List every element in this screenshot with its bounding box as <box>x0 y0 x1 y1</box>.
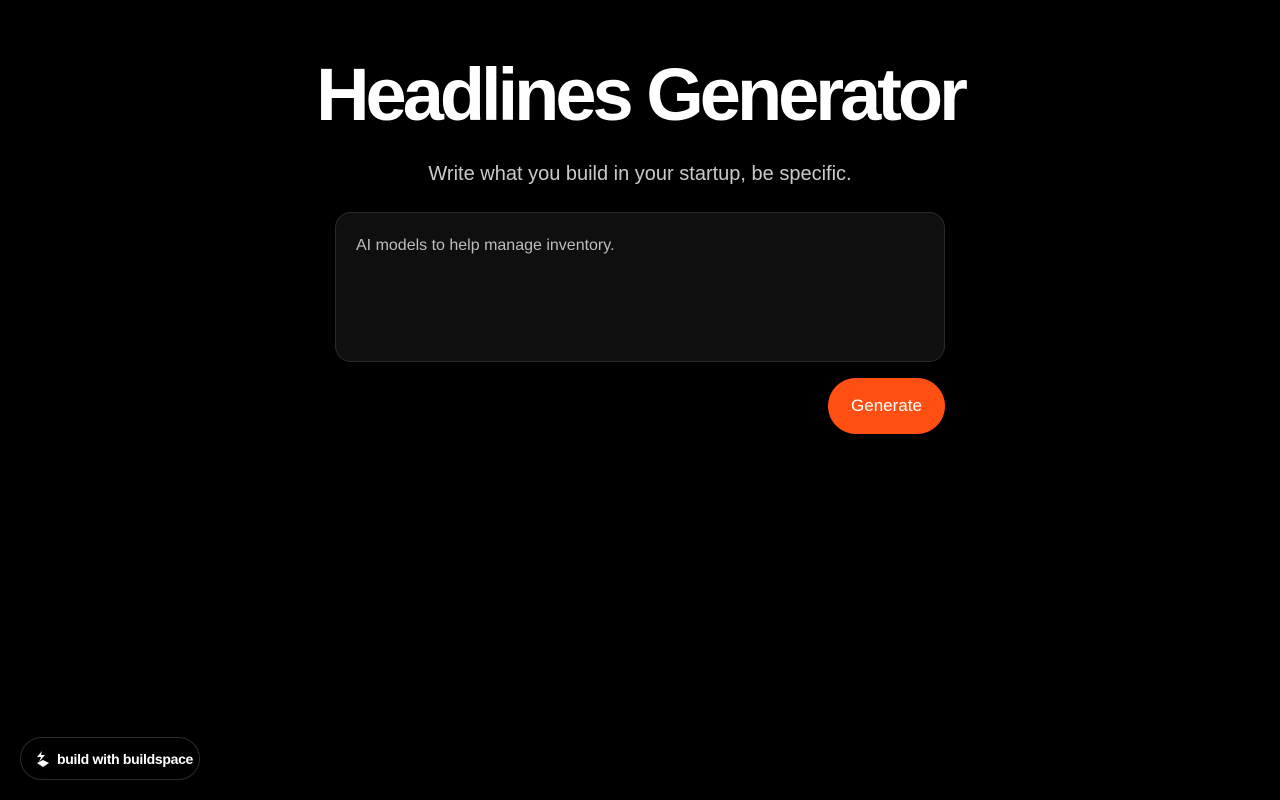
buildspace-logo-icon <box>34 750 52 768</box>
page-subtitle: Write what you build in your startup, be… <box>428 163 852 185</box>
page: Headlines Generator Write what you build… <box>0 0 1280 800</box>
buildspace-badge[interactable]: build with buildspace <box>20 737 200 780</box>
prompt-input[interactable] <box>335 212 945 362</box>
generate-button[interactable]: Generate <box>828 378 945 434</box>
badge-label: build with buildspace <box>57 750 194 767</box>
page-title: Headlines Generator <box>316 53 968 136</box>
